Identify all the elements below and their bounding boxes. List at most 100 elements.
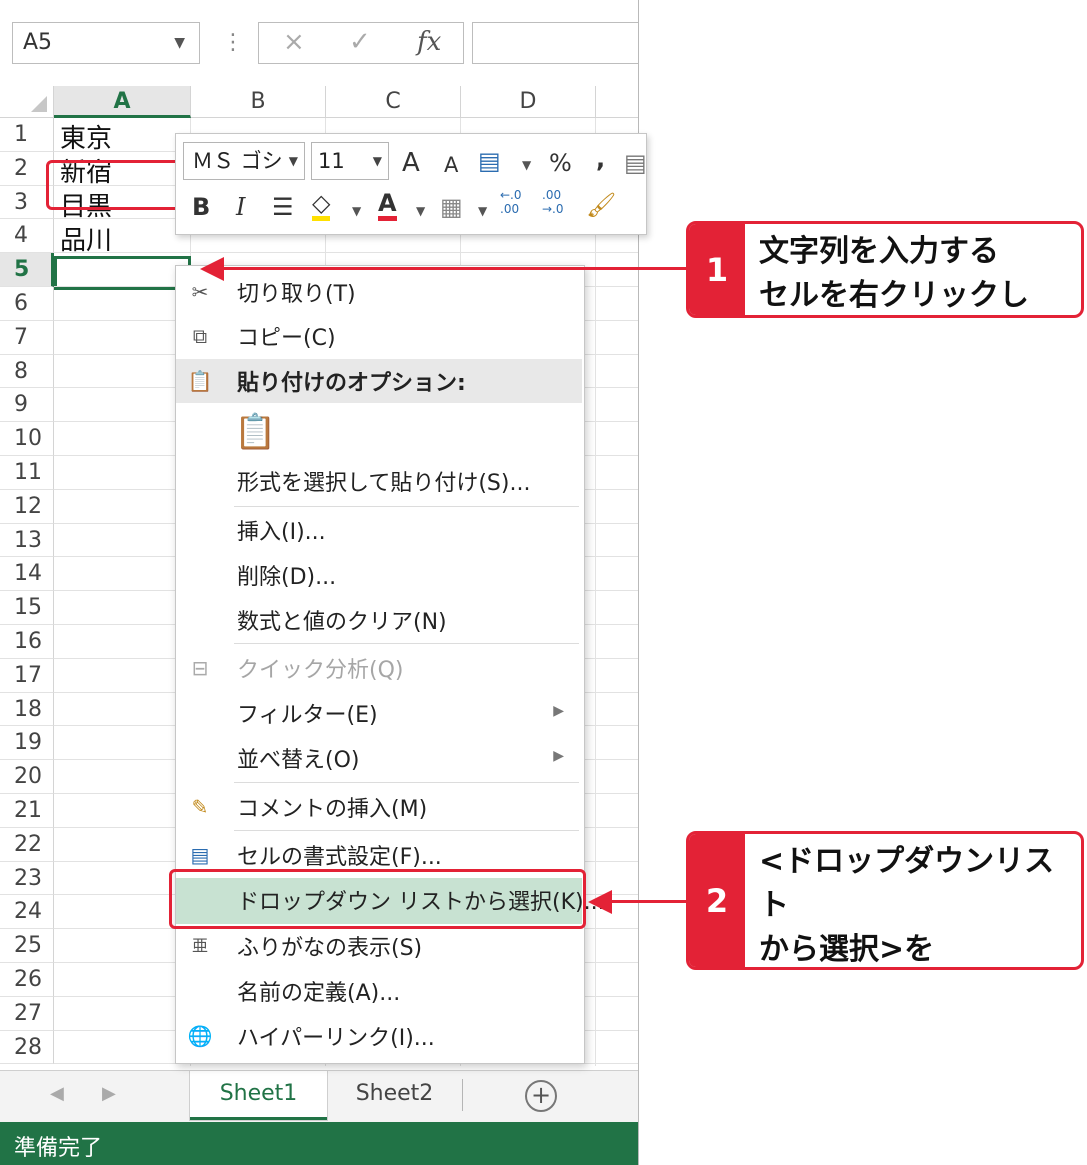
fill-color-icon[interactable]: ◇ — [312, 190, 331, 221]
menu-item-delete[interactable]: 削除(D)... — [176, 553, 582, 597]
scroll-left-icon[interactable]: ◀ — [50, 1083, 64, 1104]
insert-function-icon[interactable]: fx — [417, 27, 441, 57]
enter-icon[interactable]: ✓ — [349, 27, 371, 57]
row-header-4[interactable]: 4 — [0, 219, 54, 254]
new-comment-icon: ✎ — [191, 795, 209, 819]
callout-text: <ドロップダウンリスト から選択>を クリックすると、 — [759, 844, 1055, 967]
menu-item-insert-comment[interactable]: ✎ コメントの挿入(M) — [176, 785, 582, 829]
drag-handle-icon[interactable]: ⋮ — [222, 30, 244, 55]
tab-sheet2[interactable]: Sheet2 — [327, 1071, 462, 1117]
shrink-font-icon[interactable]: A — [444, 150, 458, 180]
row-header-18[interactable]: 18 — [0, 692, 54, 727]
row-header-28[interactable]: 28 — [0, 1030, 54, 1065]
select-all-button[interactable] — [0, 86, 54, 118]
row-header-15[interactable]: 15 — [0, 591, 54, 625]
cancel-icon[interactable]: × — [283, 27, 305, 57]
row-header-6[interactable]: 6 — [0, 287, 54, 321]
chevron-down-icon[interactable]: ▼ — [522, 150, 531, 180]
percent-style-icon[interactable]: % — [549, 148, 572, 178]
align-center-icon[interactable]: ☰ — [272, 192, 294, 222]
context-menu: ✂ 切り取り(T) ⧉ コピー(C) 📋 貼り付けのオプション: 📋 形式を選択… — [175, 265, 605, 1064]
row-header-7[interactable]: 7 — [0, 320, 54, 355]
row-header-25[interactable]: 25 — [0, 929, 54, 963]
row-header-11[interactable]: 11 — [0, 456, 54, 490]
row-header-23[interactable]: 23 — [0, 861, 54, 896]
menu-item-filter[interactable]: フィルター(E) ▶ — [176, 691, 582, 735]
active-cell-a5[interactable] — [54, 256, 191, 290]
menu-item-phonetic[interactable]: 亜 ふりがなの表示(S) — [176, 924, 582, 968]
scroll-right-icon[interactable]: ▶ — [102, 1083, 116, 1104]
menu-header-paste-options: 📋 貼り付けのオプション: — [176, 359, 582, 403]
row-header-20[interactable]: 20 — [0, 760, 54, 794]
menu-item-hyperlink[interactable]: 🌐 ハイパーリンク(I)... — [176, 1014, 582, 1058]
decrease-decimal-icon[interactable]: .00 →.0 — [542, 188, 564, 216]
comma-style-icon[interactable]: , — [596, 144, 605, 174]
menu-item-paste-special[interactable]: 形式を選択して貼り付け(S)... — [176, 459, 582, 503]
grow-font-icon[interactable]: A — [402, 148, 420, 178]
cell-a1[interactable]: 東京 — [60, 118, 112, 155]
bold-icon[interactable]: B — [192, 192, 210, 222]
menu-item-copy[interactable]: ⧉ コピー(C) — [176, 314, 582, 358]
font-color-icon[interactable]: A — [378, 190, 397, 221]
row-header-21[interactable]: 21 — [0, 794, 54, 828]
row-header-19[interactable]: 19 — [0, 726, 54, 761]
row-header-1[interactable]: 1 — [0, 118, 54, 152]
annotation-arrow — [222, 267, 686, 270]
mini-toolbar: ＭＳ ゴシ ▼ 11 ▼ A A ▤ ▼ % , ▤ B I ☰ ◇ ▼ A ▼… — [175, 133, 647, 235]
format-icon[interactable]: ▤ — [624, 148, 647, 178]
name-box[interactable]: A5 ▼ — [12, 22, 200, 64]
menu-separator — [234, 782, 579, 783]
chevron-down-icon[interactable]: ▼ — [352, 196, 361, 226]
row-header-14[interactable]: 14 — [0, 557, 54, 592]
borders-icon[interactable]: ▦ — [440, 192, 463, 222]
row-header-16[interactable]: 16 — [0, 625, 54, 659]
menu-item-label: 切り取り(T) — [237, 282, 356, 307]
row-header-10[interactable]: 10 — [0, 422, 54, 456]
menu-item-label: クイック分析(Q) — [237, 658, 404, 683]
font-size-select[interactable]: 11 ▼ — [311, 142, 389, 180]
column-header-b[interactable]: B — [191, 86, 326, 118]
formula-input[interactable] — [472, 22, 638, 64]
chevron-down-icon[interactable]: ▼ — [174, 23, 185, 63]
row-header-8[interactable]: 8 — [0, 354, 54, 389]
row-header-13[interactable]: 13 — [0, 523, 54, 558]
chevron-down-icon[interactable]: ▼ — [416, 196, 425, 226]
menu-item-label: 数式と値のクリア(N) — [237, 610, 447, 635]
accounting-format-icon[interactable]: ▤ — [478, 146, 501, 176]
increase-decimal-icon[interactable]: ←.0 .00 — [500, 188, 522, 216]
column-header-d[interactable]: D — [461, 86, 596, 118]
menu-item-clear-contents[interactable]: 数式と値のクリア(N) — [176, 598, 582, 642]
column-header-e[interactable] — [596, 86, 638, 118]
menu-item-insert[interactable]: 挿入(I)... — [176, 508, 582, 552]
row-header-12[interactable]: 12 — [0, 489, 54, 524]
row-header-22[interactable]: 22 — [0, 827, 54, 862]
menu-item-label: セルの書式設定(F)... — [237, 845, 442, 870]
menu-item-sort[interactable]: 並べ替え(O) ▶ — [176, 736, 582, 780]
tab-sheet1[interactable]: Sheet1 — [190, 1071, 327, 1120]
row-header-17[interactable]: 17 — [0, 658, 54, 693]
row-header-26[interactable]: 26 — [0, 963, 54, 997]
step-number: 2 — [689, 834, 745, 967]
row-header-5[interactable]: 5 — [0, 253, 54, 287]
menu-item-define-name[interactable]: 名前の定義(A)... — [176, 969, 582, 1013]
row-header-24[interactable]: 24 — [0, 895, 54, 930]
menu-item-quick-analysis[interactable]: ⊟ クイック分析(Q) — [176, 646, 582, 690]
chevron-down-icon[interactable]: ▼ — [478, 196, 487, 226]
callout-text: 文字列を入力する セルを右クリックして、 — [759, 234, 1029, 313]
arrow-head-icon — [588, 890, 612, 914]
quick-analysis-icon: ⊟ — [191, 656, 209, 680]
italic-icon[interactable]: I — [236, 192, 245, 222]
menu-item-label: 並べ替え(O) — [237, 748, 360, 773]
format-painter-icon[interactable]: 🖌 — [586, 190, 616, 220]
menu-separator — [234, 643, 579, 644]
row-header-9[interactable]: 9 — [0, 388, 54, 423]
callout-step-1: 1 文字列を入力する セルを右クリックして、 — [686, 221, 1084, 318]
column-header-a[interactable]: A — [54, 86, 191, 118]
menu-item-cut[interactable]: ✂ 切り取り(T) — [176, 270, 582, 314]
font-name-select[interactable]: ＭＳ ゴシ ▼ — [183, 142, 305, 180]
paste-button[interactable]: 📋 — [176, 406, 582, 456]
add-sheet-button[interactable]: + — [525, 1080, 557, 1112]
row-header-27[interactable]: 27 — [0, 996, 54, 1031]
menu-item-label: 形式を選択して貼り付け(S)... — [237, 471, 531, 496]
column-header-c[interactable]: C — [326, 86, 461, 118]
